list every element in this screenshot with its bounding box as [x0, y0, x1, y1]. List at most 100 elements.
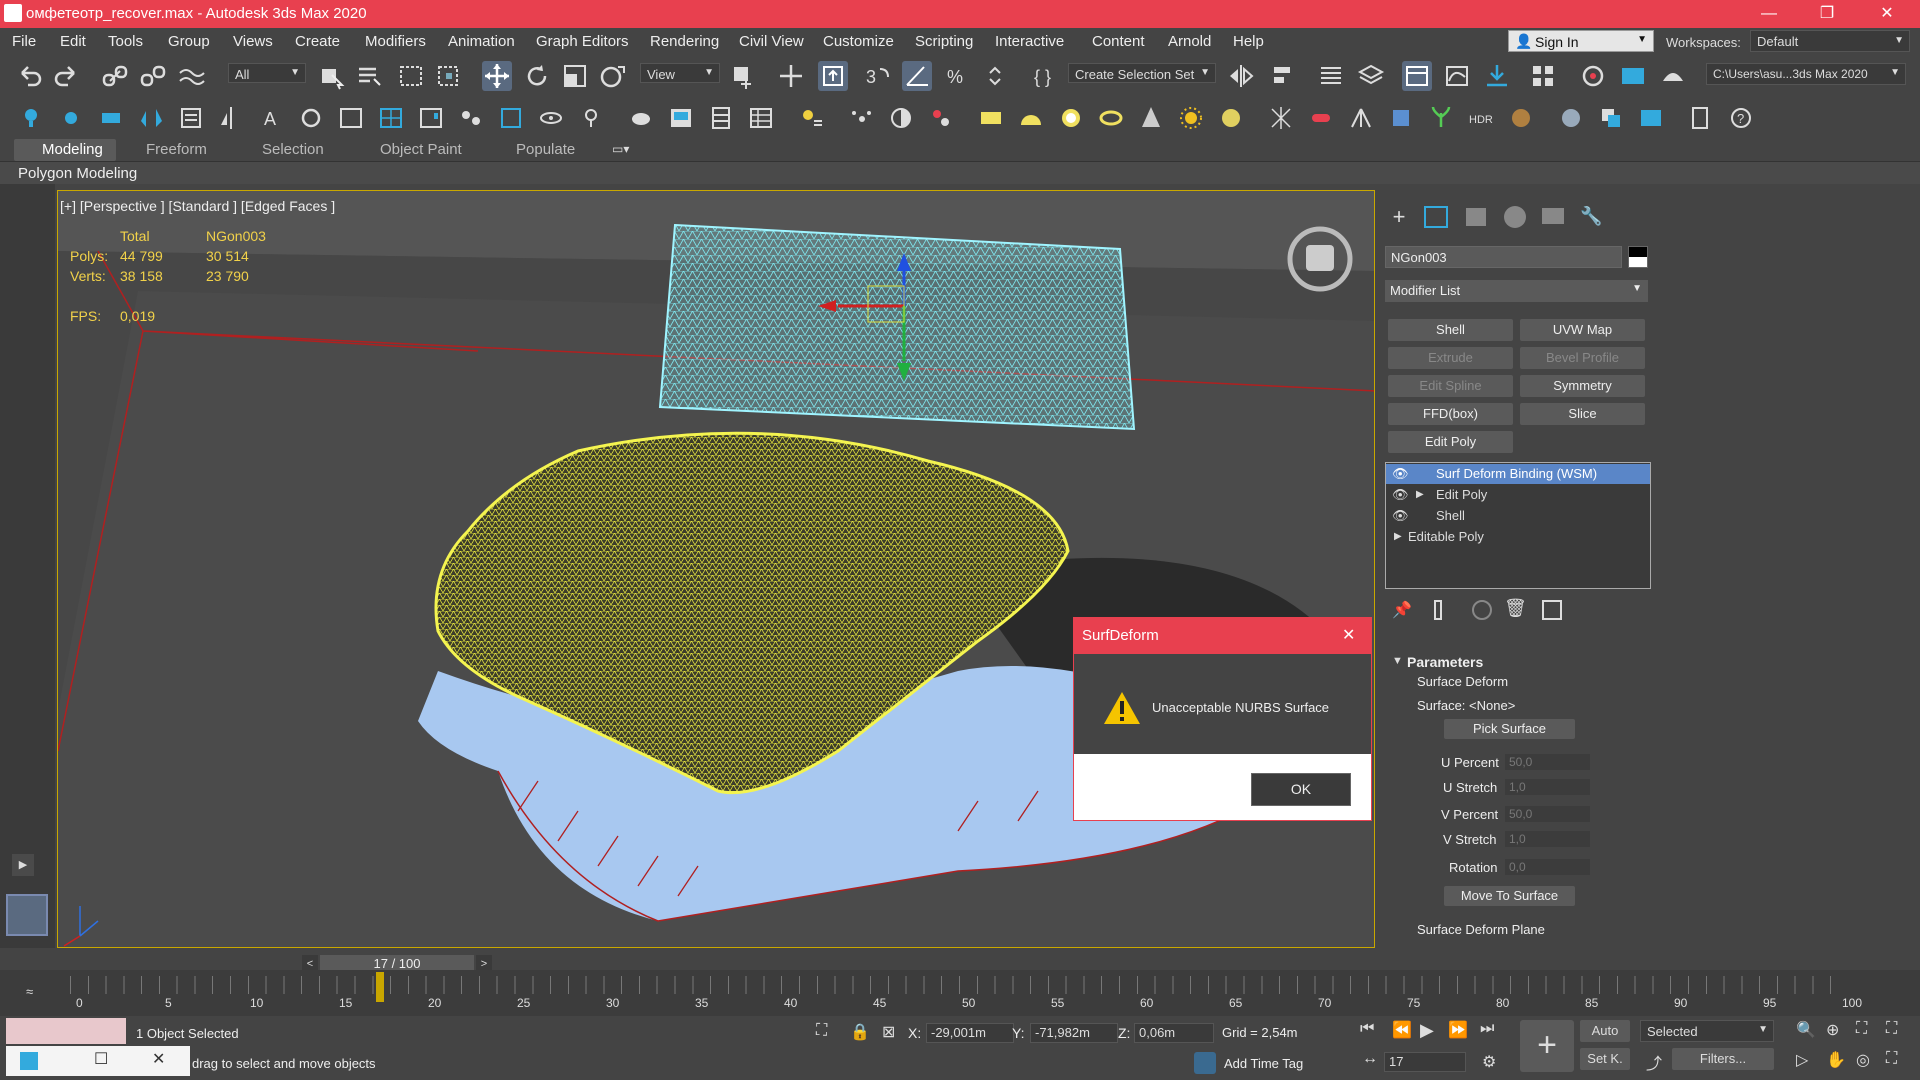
scene-explorer-icon[interactable]	[1316, 61, 1346, 91]
shader-ball-icon[interactable]	[1506, 103, 1536, 133]
menu-scripting[interactable]: Scripting	[915, 33, 973, 50]
eye-icon[interactable]	[536, 103, 566, 133]
scale-icon[interactable]	[560, 61, 590, 91]
object-name-field[interactable]: NGon003	[1385, 246, 1622, 268]
license-icon[interactable]	[1686, 103, 1716, 133]
workspaces-dropdown[interactable]: Default ▼	[1750, 30, 1910, 52]
dialog-close-icon[interactable]: ✕	[1342, 625, 1355, 645]
modifier-edit-spline-button[interactable]: Edit Spline	[1388, 375, 1513, 397]
image-icon[interactable]	[666, 103, 696, 133]
current-frame-field[interactable]: 17	[1384, 1052, 1466, 1072]
half-circle-icon[interactable]	[886, 103, 916, 133]
configure-modifier-sets-icon[interactable]	[1542, 600, 1562, 620]
key-filter-selected-dropdown[interactable]: Selected ▼	[1640, 1020, 1774, 1042]
spinner-snap-icon[interactable]	[982, 61, 1012, 91]
minimize-button[interactable]: —	[1742, 0, 1796, 28]
menu-create[interactable]: Create	[295, 33, 340, 50]
close-thumb-icon[interactable]: ✕	[152, 1049, 165, 1069]
modifier-symmetry-button[interactable]: Symmetry	[1520, 375, 1645, 397]
tag-icon[interactable]	[576, 103, 606, 133]
menu-graph-editors[interactable]: Graph Editors	[536, 33, 629, 50]
dome-icon[interactable]	[1016, 103, 1046, 133]
dialog-ok-button[interactable]: OK	[1251, 773, 1351, 806]
hdri-icon[interactable]: HDR	[1466, 103, 1496, 133]
x-coordinate-field[interactable]: -29,001m	[926, 1023, 1014, 1043]
orbit-icon[interactable]: ◎	[1856, 1050, 1870, 1070]
u-percent-spinner[interactable]: 50,0	[1504, 753, 1591, 771]
eye-icon[interactable]: 👁	[1392, 464, 1409, 484]
current-frame-marker[interactable]	[376, 972, 384, 1002]
menu-content[interactable]: Content	[1092, 33, 1145, 50]
refresh-icon[interactable]	[296, 103, 326, 133]
window-crossing-icon[interactable]	[434, 61, 464, 91]
material-sphere-icon[interactable]	[1556, 103, 1586, 133]
absolute-mode-icon[interactable]: ⊠	[882, 1022, 895, 1042]
table-icon[interactable]	[746, 103, 776, 133]
close-button[interactable]: ✕	[1860, 0, 1914, 28]
rotate-icon[interactable]	[522, 61, 552, 91]
polygon-modeling-label[interactable]: Polygon Modeling	[18, 165, 137, 182]
pin-stack-icon[interactable]: 📌	[1392, 600, 1412, 620]
render-view-icon[interactable]	[1636, 103, 1666, 133]
tab-object-paint[interactable]: Object Paint	[380, 141, 462, 158]
schematic-view-icon[interactable]	[1482, 61, 1512, 91]
zoom-extents-all-icon[interactable]: ⛶	[1886, 1020, 1897, 1038]
unlink-icon[interactable]	[138, 61, 168, 91]
maximize-thumb-icon[interactable]: ☐	[94, 1049, 108, 1069]
perspective-viewport[interactable]	[57, 190, 1375, 948]
go-to-start-icon[interactable]: ⏮	[1360, 1020, 1374, 1038]
auto-key-button[interactable]: Auto	[1580, 1020, 1630, 1042]
maximize-viewport-icon[interactable]: ⛶	[1886, 1050, 1897, 1068]
particles-icon[interactable]	[846, 103, 876, 133]
rotation-spinner[interactable]: 0,0	[1504, 858, 1591, 876]
viewport-icon[interactable]	[336, 103, 366, 133]
pick-surface-button[interactable]: Pick Surface	[1444, 719, 1575, 739]
modifier-shell-button[interactable]: Shell	[1388, 319, 1513, 341]
plane-icon[interactable]	[976, 103, 1006, 133]
material-editor-icon[interactable]	[1528, 61, 1558, 91]
frame-icon[interactable]	[416, 103, 446, 133]
key-mode-icon[interactable]: ↔	[1362, 1050, 1378, 1068]
create-tab-icon[interactable]: +	[1386, 204, 1412, 230]
v-percent-spinner[interactable]: 50,0	[1504, 805, 1591, 823]
tab-freeform[interactable]: Freeform	[146, 141, 207, 158]
parameters-rollout-title[interactable]: Parameters	[1407, 654, 1483, 670]
help-icon[interactable]: ?	[1726, 103, 1756, 133]
menu-rendering[interactable]: Rendering	[650, 33, 719, 50]
light-list-icon[interactable]	[796, 103, 826, 133]
key-tangent-icon[interactable]: ⤴	[1646, 1050, 1662, 1074]
angle-snap-icon[interactable]	[902, 61, 932, 91]
keyboard-shortcut-override-icon[interactable]	[818, 61, 848, 91]
render-setup-icon[interactable]	[1578, 61, 1608, 91]
y-coordinate-field[interactable]: -71,982m	[1030, 1023, 1118, 1043]
capsule-icon[interactable]	[1306, 103, 1336, 133]
lock-selection-icon[interactable]: 🔒	[850, 1022, 870, 1042]
z-coordinate-field[interactable]: 0,06m	[1134, 1023, 1214, 1043]
time-tag-icon[interactable]	[1194, 1052, 1216, 1074]
teapot-icon[interactable]	[626, 103, 656, 133]
object-color-swatch[interactable]	[1628, 246, 1648, 268]
previous-key-icon[interactable]: ⏪	[1392, 1020, 1412, 1040]
link-icon[interactable]	[100, 61, 130, 91]
restore-button[interactable]: ❐	[1800, 0, 1854, 28]
modifier-bevel-profile-button[interactable]: Bevel Profile	[1520, 347, 1645, 369]
menu-tools[interactable]: Tools	[108, 33, 143, 50]
tripod-icon[interactable]	[1346, 103, 1376, 133]
menu-group[interactable]: Group	[168, 33, 210, 50]
modifier-edit-poly-button[interactable]: Edit Poly	[1388, 431, 1513, 453]
torus-icon[interactable]	[1096, 103, 1126, 133]
tab-modeling[interactable]: Modeling	[42, 141, 103, 158]
sun-icon[interactable]	[1176, 103, 1206, 133]
bake-icon[interactable]	[1596, 103, 1626, 133]
snaps-toggle-icon[interactable]: 3	[862, 61, 892, 91]
menu-edit[interactable]: Edit	[60, 33, 86, 50]
hair-icon[interactable]	[1266, 103, 1296, 133]
mirror-tool-icon[interactable]	[216, 103, 246, 133]
maxscript-listener[interactable]	[6, 1018, 126, 1044]
undo-icon[interactable]	[14, 61, 44, 91]
modifier-list-dropdown[interactable]: Modifier List ▼	[1385, 280, 1648, 302]
expand-arrow-icon[interactable]: ▶	[1416, 485, 1424, 505]
menu-modifiers[interactable]: Modifiers	[365, 33, 426, 50]
curve-editor-icon[interactable]	[1442, 61, 1472, 91]
menu-customize[interactable]: Customize	[823, 33, 894, 50]
